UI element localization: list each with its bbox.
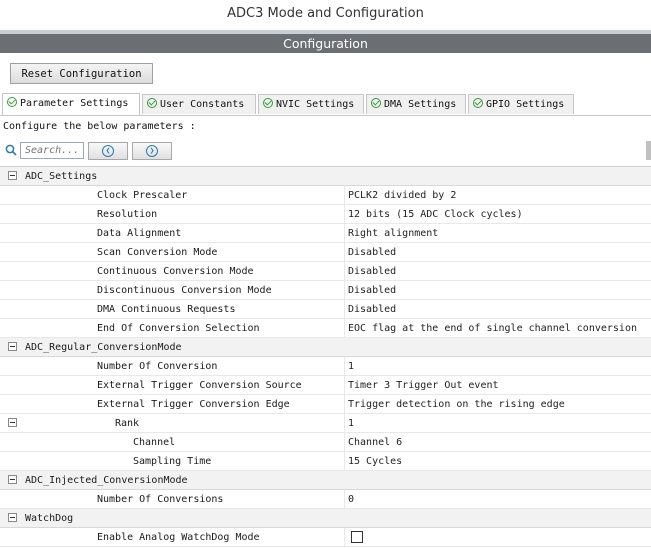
search-input[interactable] <box>20 142 84 159</box>
param-name: Enable Analog WatchDog Mode <box>97 532 260 543</box>
param-row[interactable]: Scan Conversion Mode Disabled <box>0 243 651 262</box>
param-value[interactable]: 12 bits (15 ADC Clock cycles) <box>348 205 523 224</box>
search-toolbar: ❮ ❯ <box>0 141 651 161</box>
tab-user-constants[interactable]: User Constants <box>142 94 256 114</box>
param-name: Scan Conversion Mode <box>97 247 218 258</box>
group-label: ADC_Settings <box>25 171 98 182</box>
tab-label: User Constants <box>160 99 245 110</box>
checkmark-icon <box>371 98 381 108</box>
param-value[interactable]: Trigger detection on the rising edge <box>348 395 565 414</box>
search-previous-button[interactable]: ❮ <box>88 142 128 160</box>
param-row[interactable]: DMA Continuous Requests Disabled <box>0 300 651 319</box>
param-value[interactable]: Timer 3 Trigger Out event <box>348 376 499 395</box>
tab-dma-settings[interactable]: DMA Settings <box>366 94 466 114</box>
search-next-button[interactable]: ❯ <box>132 142 172 160</box>
param-name: End Of Conversion Selection <box>97 323 260 334</box>
param-value[interactable]: 0 <box>348 490 354 509</box>
param-row[interactable]: Continuous Conversion Mode Disabled <box>0 262 651 281</box>
param-row[interactable]: Data Alignment Right alignment <box>0 224 651 243</box>
enable-analog-watchdog-checkbox[interactable] <box>351 531 363 543</box>
param-name: Rank <box>115 418 140 429</box>
param-name: Channel <box>133 437 176 448</box>
group-watchdog[interactable]: WatchDog <box>0 509 651 528</box>
param-value[interactable]: 1 <box>348 357 354 376</box>
param-row[interactable]: Discontinuous Conversion Mode Disabled <box>0 281 651 300</box>
param-name: Number Of Conversions <box>97 494 224 505</box>
param-row[interactable]: Resolution 12 bits (15 ADC Clock cycles) <box>0 205 651 224</box>
collapse-icon[interactable] <box>8 171 17 180</box>
param-name: Continuous Conversion Mode <box>97 266 254 277</box>
param-row[interactable]: Enable Analog WatchDog Mode <box>0 528 651 547</box>
param-value[interactable]: Channel 6 <box>348 433 402 452</box>
configure-instructions: Configure the below parameters : <box>3 121 196 132</box>
search-icon[interactable] <box>5 144 17 156</box>
param-row[interactable]: External Trigger Conversion Edge Trigger … <box>0 395 651 414</box>
param-row[interactable]: Sampling Time 15 Cycles <box>0 452 651 471</box>
arrow-left-icon: ❮ <box>102 145 114 157</box>
collapse-icon[interactable] <box>8 418 17 427</box>
tab-label: GPIO Settings <box>486 99 565 110</box>
param-row[interactable]: Clock Prescaler PCLK2 divided by 2 <box>0 186 651 205</box>
param-value[interactable]: PCLK2 divided by 2 <box>348 186 456 205</box>
param-value[interactable]: EOC flag at the end of single channel co… <box>348 319 637 338</box>
param-value[interactable]: 1 <box>348 414 354 433</box>
param-name: Resolution <box>97 209 158 220</box>
group-adc-settings[interactable]: ADC_Settings <box>0 167 651 186</box>
tab-label: DMA Settings <box>384 99 457 110</box>
param-name: Data Alignment <box>97 228 182 239</box>
param-value[interactable]: Disabled <box>348 281 396 300</box>
tab-label: Parameter Settings <box>20 98 129 109</box>
param-value[interactable]: Disabled <box>348 262 396 281</box>
parameter-tree: ADC_Settings Clock Prescaler PCLK2 divide… <box>0 166 651 547</box>
checkmark-icon <box>473 98 483 108</box>
reset-configuration-button[interactable]: Reset Configuration <box>10 63 153 84</box>
param-value[interactable]: Disabled <box>348 300 396 319</box>
checkmark-icon <box>263 98 273 108</box>
tab-label: NVIC Settings <box>276 99 355 110</box>
param-name: Clock Prescaler <box>97 190 188 201</box>
group-label: ADC_Regular_ConversionMode <box>25 342 182 353</box>
collapse-icon[interactable] <box>8 513 17 522</box>
window-title: ADC3 Mode and Configuration <box>0 0 651 34</box>
checkmark-icon <box>7 97 17 107</box>
tab-nvic-settings[interactable]: NVIC Settings <box>258 94 364 114</box>
param-value[interactable]: 15 Cycles <box>348 452 402 471</box>
param-name: Sampling Time <box>133 456 212 467</box>
param-row[interactable]: Number Of Conversion 1 <box>0 357 651 376</box>
checkmark-icon <box>147 98 157 108</box>
collapse-icon[interactable] <box>8 342 17 351</box>
param-name: Number Of Conversion <box>97 361 218 372</box>
tab-parameter-settings[interactable]: Parameter Settings <box>2 93 140 115</box>
param-row[interactable]: End Of Conversion Selection EOC flag at t… <box>0 319 651 338</box>
group-adc-injected-conversionmode[interactable]: ADC_Injected_ConversionMode <box>0 471 651 490</box>
param-name: External Trigger Conversion Source <box>97 380 302 391</box>
param-name: External Trigger Conversion Edge <box>97 399 290 410</box>
param-row[interactable]: Channel Channel 6 <box>0 433 651 452</box>
param-value[interactable]: Right alignment <box>348 224 438 243</box>
param-name: DMA Continuous Requests <box>97 304 236 315</box>
group-label: ADC_Injected_ConversionMode <box>25 475 188 486</box>
param-row[interactable]: External Trigger Conversion Source Timer … <box>0 376 651 395</box>
tab-bar: Parameter Settings User Constants NVIC S… <box>0 93 651 116</box>
param-row[interactable]: Number Of Conversions 0 <box>0 490 651 509</box>
param-value[interactable]: Disabled <box>348 243 396 262</box>
configuration-header: Configuration <box>0 34 651 53</box>
tab-gpio-settings[interactable]: GPIO Settings <box>468 94 574 114</box>
arrow-right-icon: ❯ <box>146 145 158 157</box>
group-adc-regular-conversionmode[interactable]: ADC_Regular_ConversionMode <box>0 338 651 357</box>
rank-row[interactable]: Rank 1 <box>0 414 651 433</box>
collapse-icon[interactable] <box>8 475 17 484</box>
group-label: WatchDog <box>25 513 74 524</box>
param-name: Discontinuous Conversion Mode <box>97 285 272 296</box>
scrollbar[interactable] <box>646 141 651 160</box>
